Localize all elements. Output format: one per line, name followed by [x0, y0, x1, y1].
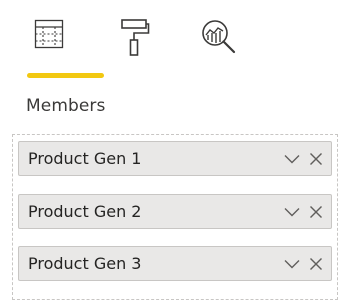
chevron-down-icon[interactable]	[281, 201, 303, 223]
field-chip-product-gen-1[interactable]: Product Gen 1	[18, 141, 332, 176]
paint-roller-icon	[120, 18, 150, 58]
members-field-well[interactable]: Product Gen 1 Product Gen 2 Product Gen …	[12, 134, 338, 300]
selected-tab-indicator	[27, 73, 104, 78]
chevron-down-icon[interactable]	[281, 148, 303, 170]
fields-icon	[33, 18, 65, 50]
field-chip-label: Product Gen 2	[28, 202, 142, 221]
close-icon[interactable]	[305, 201, 327, 223]
field-chip-label: Product Gen 3	[28, 254, 142, 273]
members-label: Members	[26, 96, 106, 116]
field-chip-label: Product Gen 1	[28, 149, 142, 168]
tab-fields[interactable]	[24, 18, 74, 66]
field-chip-product-gen-3[interactable]: Product Gen 3	[18, 246, 332, 281]
field-chip-product-gen-2[interactable]: Product Gen 2	[18, 194, 332, 229]
analytics-icon	[200, 18, 238, 56]
chevron-down-icon[interactable]	[281, 253, 303, 275]
close-icon[interactable]	[305, 253, 327, 275]
close-icon[interactable]	[305, 148, 327, 170]
tab-format[interactable]	[110, 18, 160, 66]
tab-analytics[interactable]	[194, 18, 244, 66]
visualization-pane-tabs	[0, 0, 345, 90]
